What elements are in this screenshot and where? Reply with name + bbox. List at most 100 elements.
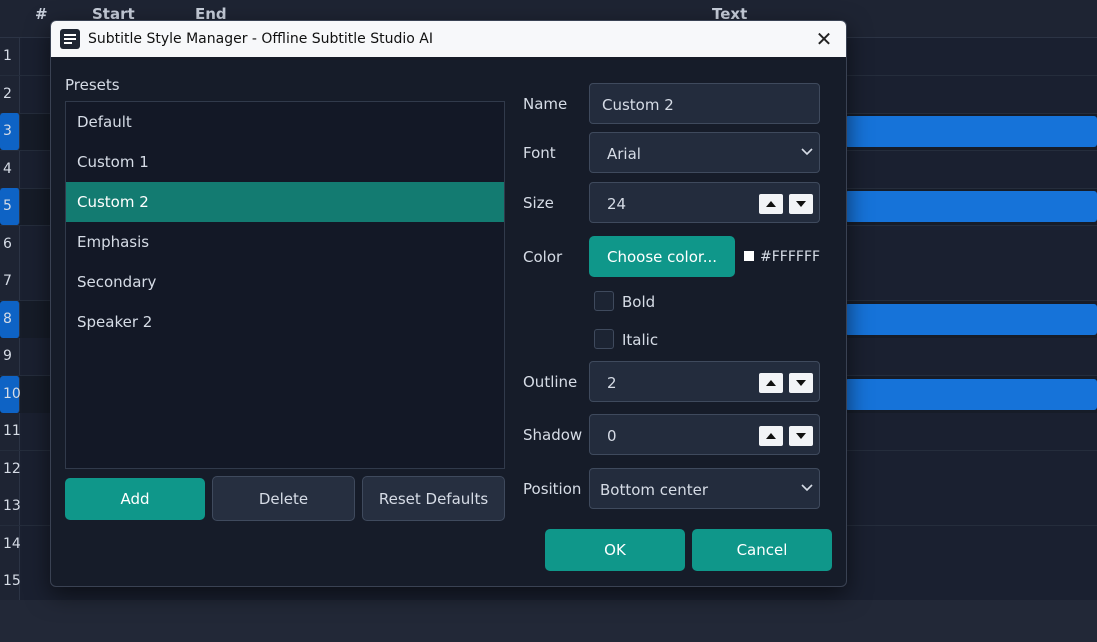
- outline-increment-button[interactable]: [759, 373, 783, 393]
- preset-item[interactable]: Default: [66, 102, 504, 142]
- italic-checkbox[interactable]: [594, 329, 614, 349]
- row-number-label: 8: [3, 310, 12, 327]
- row-number[interactable]: 15: [0, 563, 21, 600]
- row-number[interactable]: 14: [0, 525, 21, 563]
- row-number-label: 5: [3, 198, 12, 214]
- preset-item-label: Default: [77, 113, 132, 131]
- italic-label[interactable]: Italic: [622, 331, 658, 349]
- row-number[interactable]: 8: [0, 300, 20, 338]
- dialog-titlebar[interactable]: Subtitle Style Manager - Offline Subtitl…: [51, 21, 846, 57]
- preset-item-label: Secondary: [77, 273, 157, 291]
- shadow-spinbox[interactable]: 0: [589, 414, 820, 455]
- arrow-up-icon: [766, 201, 776, 207]
- row-text-cell[interactable]: [845, 116, 1097, 147]
- size-value: 24: [607, 195, 627, 213]
- subtitle-lines-icon: [60, 29, 80, 49]
- preset-item-label: Speaker 2: [77, 313, 153, 331]
- row-number-label: 9: [3, 348, 12, 364]
- row-number-label: 12: [3, 460, 21, 477]
- close-icon[interactable]: ✕: [812, 27, 836, 51]
- position-select[interactable]: Bottom center: [589, 468, 820, 509]
- font-label: Font: [523, 144, 556, 162]
- row-number[interactable]: 3: [0, 113, 20, 150]
- shadow-value: 0: [607, 427, 617, 445]
- add-preset-button[interactable]: Add: [65, 478, 205, 520]
- presets-label: Presets: [65, 76, 120, 94]
- row-number-label: 6: [3, 235, 12, 252]
- position-label: Position: [523, 480, 582, 498]
- row-number[interactable]: 4: [0, 150, 20, 188]
- preset-item[interactable]: Custom 2: [66, 182, 504, 222]
- font-value: Arial: [607, 145, 641, 163]
- row-text-cell[interactable]: [845, 303, 1097, 335]
- preset-list[interactable]: Default Custom 1 Custom 2 Emphasis Secondary…: [65, 101, 505, 469]
- row-number-label: 13: [3, 498, 21, 514]
- preset-item-label: Custom 2: [77, 193, 149, 211]
- row-number-label: 14: [3, 535, 21, 552]
- outline-label: Outline: [523, 373, 578, 391]
- chevron-down-icon: [801, 148, 813, 156]
- name-value: Custom 2: [602, 96, 674, 114]
- row-number-label: 11: [3, 423, 21, 439]
- outline-value: 2: [607, 374, 617, 392]
- preset-item[interactable]: Emphasis: [66, 222, 504, 262]
- color-swatch: [744, 251, 754, 261]
- name-label: Name: [523, 95, 568, 113]
- cancel-button[interactable]: Cancel: [692, 529, 832, 571]
- arrow-up-icon: [766, 433, 776, 439]
- row-number-label: 2: [3, 85, 12, 102]
- column-header-number[interactable]: #: [35, 5, 48, 23]
- preset-item-label: Emphasis: [77, 233, 150, 251]
- arrow-down-icon: [796, 201, 806, 207]
- row-number[interactable]: 9: [0, 338, 20, 375]
- bold-label[interactable]: Bold: [622, 293, 655, 311]
- dialog-title: Subtitle Style Manager - Offline Subtitl…: [88, 31, 433, 47]
- row-number-label: 7: [3, 273, 12, 289]
- table-footer: [0, 600, 1097, 642]
- row-number[interactable]: 1: [0, 38, 20, 75]
- style-manager-dialog: Subtitle Style Manager - Offline Subtitl…: [50, 20, 847, 587]
- name-input[interactable]: Custom 2: [589, 83, 820, 124]
- row-number-label: 3: [3, 123, 12, 139]
- shadow-label: Shadow: [523, 426, 583, 444]
- position-value: Bottom center: [600, 481, 709, 499]
- size-decrement-button[interactable]: [789, 194, 813, 214]
- choose-color-button[interactable]: Choose color...: [589, 236, 735, 277]
- color-hex-value: #FFFFFF: [760, 249, 821, 265]
- row-number[interactable]: 13: [0, 488, 21, 525]
- bold-checkbox[interactable]: [594, 291, 614, 311]
- row-number[interactable]: 5: [0, 188, 20, 225]
- shadow-increment-button[interactable]: [759, 426, 783, 446]
- font-select[interactable]: Arial: [589, 132, 820, 173]
- row-number-label: 10: [3, 385, 21, 402]
- outline-spinbox[interactable]: 2: [589, 361, 820, 402]
- outline-decrement-button[interactable]: [789, 373, 813, 393]
- preset-item[interactable]: Speaker 2: [66, 302, 504, 342]
- preset-item[interactable]: Secondary: [66, 262, 504, 302]
- row-number[interactable]: 6: [0, 225, 20, 263]
- row-number[interactable]: 7: [0, 263, 20, 300]
- row-number-label: 15: [3, 573, 21, 589]
- preset-item-label: Custom 1: [77, 153, 149, 171]
- row-number-label: 4: [3, 160, 12, 177]
- row-number[interactable]: 2: [0, 75, 20, 113]
- arrow-up-icon: [766, 380, 776, 386]
- reset-defaults-button[interactable]: Reset Defaults: [362, 476, 505, 521]
- row-number[interactable]: 10: [0, 375, 21, 413]
- shadow-decrement-button[interactable]: [789, 426, 813, 446]
- preset-item[interactable]: Custom 1: [66, 142, 504, 182]
- arrow-down-icon: [796, 380, 806, 386]
- size-spinbox[interactable]: 24: [589, 182, 820, 223]
- row-number-label: 1: [3, 48, 12, 64]
- ok-button[interactable]: OK: [545, 529, 685, 571]
- row-number[interactable]: 11: [0, 413, 21, 450]
- size-increment-button[interactable]: [759, 194, 783, 214]
- color-label: Color: [523, 248, 563, 266]
- delete-preset-button[interactable]: Delete: [212, 476, 355, 521]
- row-text-cell[interactable]: [845, 191, 1097, 222]
- chevron-down-icon: [801, 484, 813, 492]
- row-number[interactable]: 12: [0, 450, 21, 488]
- arrow-down-icon: [796, 433, 806, 439]
- row-text-cell[interactable]: [845, 378, 1097, 410]
- size-label: Size: [523, 194, 554, 212]
